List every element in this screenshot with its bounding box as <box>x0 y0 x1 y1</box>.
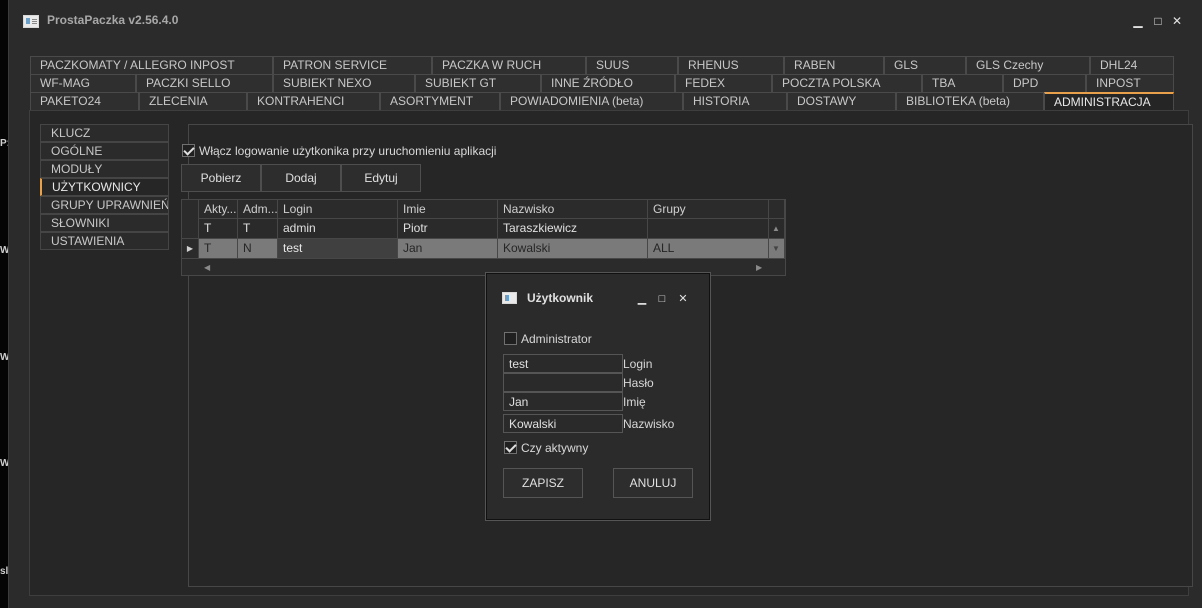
app-icon <box>23 15 39 28</box>
cancel-button[interactable]: ANULUJ <box>613 468 693 498</box>
tab-inpost[interactable]: INPOST <box>1086 74 1174 92</box>
tab-paczki-sello[interactable]: PACZKI SELLO <box>136 74 273 92</box>
login-logging-label: Włącz logowanie użytkonika przy uruchomi… <box>199 144 497 158</box>
column-header[interactable]: Grupy <box>648 200 769 219</box>
current-row-indicator-icon[interactable]: ▶ <box>182 239 199 259</box>
tab-inne-zrodlo[interactable]: INNE ŹRÓDŁO <box>541 74 675 92</box>
cell-groups[interactable]: ALL <box>648 239 769 259</box>
password-field[interactable] <box>503 373 623 392</box>
tab-powiadomienia[interactable]: POWIADOMIENIA (beta) <box>500 92 683 110</box>
minimize-icon[interactable]: ▁ <box>1131 14 1145 28</box>
scroll-right-icon[interactable]: ▶ <box>756 263 762 272</box>
scroll-up-icon: ▲ <box>772 224 780 233</box>
tab-dhl24[interactable]: DHL24 <box>1090 56 1174 74</box>
tab-subiekt-nexo[interactable]: SUBIEKT NEXO <box>273 74 415 92</box>
tab-gls-czechy[interactable]: GLS Czechy <box>966 56 1090 74</box>
tab-rhenus[interactable]: RHENUS <box>678 56 784 74</box>
dialog-title: Użytkownik <box>527 291 594 305</box>
last-name-field[interactable] <box>503 414 623 433</box>
tab-dostawy[interactable]: DOSTAWY <box>787 92 896 110</box>
dialog-icon <box>502 292 517 304</box>
tab-paczkomaty[interactable]: PACZKOMATY / ALLEGRO INPOST <box>30 56 273 74</box>
sidebar-item-ogolne[interactable]: OGÓLNE <box>40 142 169 160</box>
column-header[interactable]: Adm... <box>238 200 278 219</box>
users-grid: Akty... Adm... Login Imie Nazwisko Grupy… <box>181 199 786 276</box>
column-header[interactable]: Nazwisko <box>498 200 648 219</box>
grid-vscroll-down[interactable]: ▼ <box>769 239 785 259</box>
tab-raben[interactable]: RABEN <box>784 56 884 74</box>
sidebar-item-slowniki[interactable]: SŁOWNIKI <box>40 214 169 232</box>
grid-scroll-header <box>769 200 785 219</box>
tab-historia[interactable]: HISTORIA <box>683 92 787 110</box>
tab-asortyment[interactable]: ASORTYMENT <box>380 92 500 110</box>
tab-subiekt-gt[interactable]: SUBIEKT GT <box>415 74 541 92</box>
tab-wf-mag[interactable]: WF-MAG <box>30 74 136 92</box>
background-desktop: P: W W W sl <box>0 0 10 608</box>
cell-active[interactable]: T <box>199 219 238 239</box>
tab-paczka-w-ruch[interactable]: PACZKA W RUCH <box>432 56 586 74</box>
sidebar-item-ustawienia[interactable]: USTAWIENIA <box>40 232 169 250</box>
tab-patron-service[interactable]: PATRON SERVICE <box>273 56 432 74</box>
first-name-label: Imię <box>623 395 646 409</box>
active-checkbox[interactable] <box>504 441 517 454</box>
close-icon[interactable]: ✕ <box>1170 14 1184 28</box>
save-button[interactable]: ZAPISZ <box>503 468 583 498</box>
user-dialog: Użytkownik ▁ □ ✕ Administrator Login Has… <box>486 273 710 520</box>
cell-admin[interactable]: N <box>238 239 278 259</box>
cell-last-name[interactable]: Kowalski <box>498 239 648 259</box>
column-header[interactable]: Imie <box>398 200 498 219</box>
tab-kontrahenci[interactable]: KONTRAHENCI <box>247 92 380 110</box>
last-name-label: Nazwisko <box>623 417 675 431</box>
cell-login[interactable]: admin <box>278 219 398 239</box>
maximize-icon[interactable]: □ <box>1151 14 1165 28</box>
tab-poczta-polska[interactable]: POCZTA POLSKA <box>772 74 922 92</box>
tab-biblioteka[interactable]: BIBLIOTEKA (beta) <box>896 92 1044 110</box>
scroll-left-icon[interactable]: ◀ <box>204 263 210 272</box>
tab-zlecenia[interactable]: ZLECENIA <box>139 92 247 110</box>
tab-tba[interactable]: TBA <box>922 74 1003 92</box>
edit-button[interactable]: Edytuj <box>341 164 421 192</box>
title-bar[interactable]: ProstaPaczka v2.56.4.0 ▁ □ ✕ <box>9 0 1202 44</box>
tab-paketo24[interactable]: PAKETO24 <box>30 92 139 110</box>
add-button[interactable]: Dodaj <box>261 164 341 192</box>
cell-first-name[interactable]: Jan <box>398 239 498 259</box>
cell-login[interactable]: test <box>278 239 398 259</box>
login-label: Login <box>623 357 653 371</box>
cell-first-name[interactable]: Piotr <box>398 219 498 239</box>
administrator-checkbox[interactable] <box>504 332 517 345</box>
scroll-down-icon: ▼ <box>772 244 780 253</box>
cell-last-name[interactable]: Taraszkiewicz <box>498 219 648 239</box>
active-label: Czy aktywny <box>521 441 589 455</box>
tab-gls[interactable]: GLS <box>884 56 966 74</box>
sidebar-item-klucz[interactable]: KLUCZ <box>40 124 169 142</box>
grid-vscroll-up[interactable]: ▲ <box>769 219 785 239</box>
tab-dpd[interactable]: DPD <box>1003 74 1086 92</box>
password-label: Hasło <box>623 376 654 390</box>
main-window: ProstaPaczka v2.56.4.0 ▁ □ ✕ PACZKOMATY … <box>8 0 1202 608</box>
cell-admin[interactable]: T <box>238 219 278 239</box>
tab-fedex[interactable]: FEDEX <box>675 74 772 92</box>
sidebar-item-moduly[interactable]: MODUŁY <box>40 160 169 178</box>
row-header[interactable] <box>182 219 199 239</box>
administrator-label: Administrator <box>521 332 592 346</box>
login-logging-checkbox[interactable] <box>182 144 195 157</box>
tab-administracja[interactable]: ADMINISTRACJA <box>1044 92 1174 110</box>
row-header-corner <box>182 200 199 220</box>
column-header[interactable]: Akty... <box>199 200 238 219</box>
dialog-close-icon[interactable]: ✕ <box>677 293 689 305</box>
column-header[interactable]: Login <box>278 200 398 219</box>
first-name-field[interactable] <box>503 392 623 411</box>
fetch-button[interactable]: Pobierz <box>181 164 261 192</box>
login-field[interactable] <box>503 354 623 373</box>
sidebar-item-grupy-uprawnien[interactable]: GRUPY UPRAWNIEŃ <box>40 196 169 214</box>
dialog-minimize-icon[interactable]: ▁ <box>636 293 648 305</box>
tab-suus[interactable]: SUUS <box>586 56 678 74</box>
cell-active[interactable]: T <box>199 239 238 259</box>
dialog-maximize-icon[interactable]: □ <box>656 293 668 305</box>
window-title: ProstaPaczka v2.56.4.0 <box>47 13 179 27</box>
sidebar-item-uzytkownicy[interactable]: UŻYTKOWNICY <box>40 178 169 196</box>
cell-groups[interactable] <box>648 219 769 239</box>
